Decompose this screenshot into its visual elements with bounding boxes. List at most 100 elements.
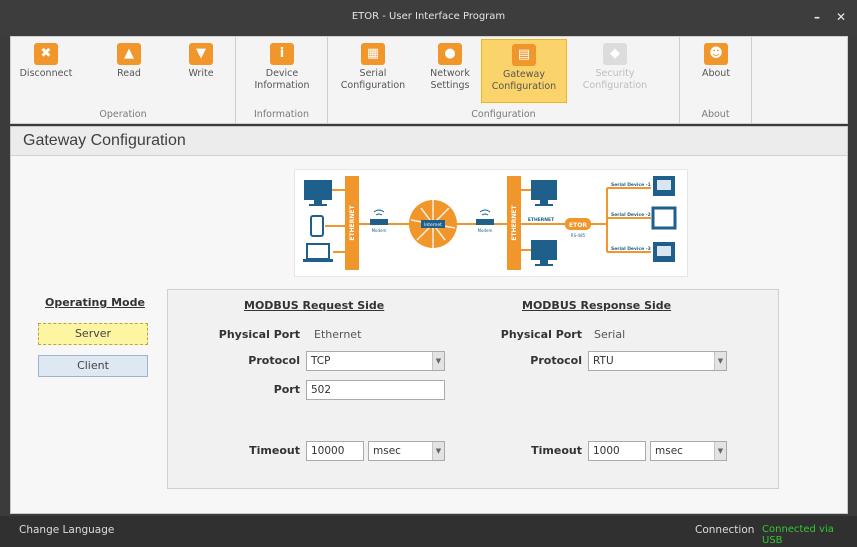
status-bar: Change Language Connection Connected via… <box>0 516 857 547</box>
ethernet-bar-right-text: ETHERNET <box>511 205 518 241</box>
security-configuration-label: Security Configuration <box>582 68 648 91</box>
response-timeout-input[interactable]: 1000 <box>588 441 646 461</box>
chevron-down-icon: ▼ <box>432 352 444 370</box>
network-settings-label: Network Settings <box>430 68 470 91</box>
request-physical-port-label: Physical Port <box>218 328 300 341</box>
chevron-down-icon: ▼ <box>714 352 726 370</box>
users-icon: ☻ <box>704 43 728 65</box>
request-timeout-label: Timeout <box>249 444 300 457</box>
response-protocol-select[interactable]: RTU ▼ <box>588 351 727 371</box>
cloud-upload-icon: ▲ <box>117 43 141 65</box>
response-protocol-value: RTU <box>593 355 614 367</box>
ribbon-toolbar: ✖ Disconnect ▲ Read ▼ Write Operation i … <box>10 36 848 124</box>
request-timeout-unit-select[interactable]: msec ▼ <box>368 441 445 461</box>
request-port-input[interactable]: 502 <box>306 380 445 400</box>
serial-configuration-button[interactable]: ▦ Serial Configuration <box>334 39 412 103</box>
about-label: About <box>701 68 731 79</box>
gateway-diagram: ETHERNET Modem Internet Modem ETHERNET E… <box>294 169 688 277</box>
modem-left-label: Modem <box>372 228 387 233</box>
desktop-monitor-icon <box>304 180 332 206</box>
connection-status: Connected via USB <box>762 524 834 546</box>
app-window: ETOR - User Interface Program – ✕ ✖ Disc… <box>0 0 857 547</box>
shield-icon: ◆ <box>603 43 627 65</box>
serial-device-1-icon <box>653 176 675 196</box>
about-button[interactable]: ☻ About <box>688 39 744 103</box>
group-label-configuration: Configuration <box>471 109 536 120</box>
device-information-label: Device Information <box>254 68 310 91</box>
change-language-button[interactable]: Change Language <box>19 524 114 536</box>
internet-label: Internet <box>424 222 442 228</box>
ribbon-group-about: ☻ About About <box>680 37 752 123</box>
request-timeout-input[interactable]: 10000 <box>306 441 364 461</box>
ethernet-label: ETHERNET <box>528 217 555 223</box>
response-physical-port-value: Serial <box>594 328 626 341</box>
ethernet-bar-left-text: ETHERNET <box>349 205 356 241</box>
operating-mode-title: Operating Mode <box>45 296 145 309</box>
response-timeout-unit-select[interactable]: msec ▼ <box>650 441 727 461</box>
serial-device-2-label: Serial Device -2 <box>611 212 651 218</box>
write-label: Write <box>188 68 214 79</box>
security-configuration-button[interactable]: ◆ Security Configuration <box>575 39 655 103</box>
serial-configuration-label: Serial Configuration <box>340 68 406 91</box>
request-protocol-value: TCP <box>311 355 331 367</box>
read-button[interactable]: ▲ Read <box>105 39 153 103</box>
cloud-download-icon: ▼ <box>189 43 213 65</box>
ribbon-group-information: i Device Information Information <box>236 37 328 123</box>
window-title: ETOR - User Interface Program <box>351 11 506 22</box>
page-header: Gateway Configuration <box>11 127 847 156</box>
serial-device-1-label: Serial Device -1 <box>611 182 651 188</box>
chevron-down-icon: ▼ <box>714 442 726 460</box>
read-label: Read <box>117 68 141 79</box>
server-mode-button[interactable]: Server <box>38 323 148 345</box>
chevron-down-icon: ▼ <box>432 442 444 460</box>
write-button[interactable]: ▼ Write <box>177 39 225 103</box>
monitor-bottom-icon <box>531 240 557 266</box>
gateway-icon: ▤ <box>512 44 536 66</box>
info-icon: i <box>270 43 294 65</box>
request-protocol-select[interactable]: TCP ▼ <box>306 351 445 371</box>
request-port-label: Port <box>273 383 300 396</box>
request-side-title: MODBUS Request Side <box>244 299 385 312</box>
response-timeout-label: Timeout <box>531 444 582 457</box>
mobile-phone-icon <box>310 215 324 237</box>
ribbon-group-configuration: ▦ Serial Configuration ● Network Setting… <box>328 37 680 123</box>
disconnect-button[interactable]: ✖ Disconnect <box>17 39 75 103</box>
laptop-icon <box>303 243 333 262</box>
response-protocol-label: Protocol <box>530 354 582 367</box>
response-timeout-unit-value: msec <box>655 445 683 457</box>
group-label-operation: Operation <box>99 109 147 120</box>
network-settings-button[interactable]: ● Network Settings <box>420 39 480 103</box>
group-label-information: Information <box>254 109 309 120</box>
modem-left-icon <box>370 209 388 225</box>
monitor-top-icon <box>531 180 557 206</box>
modem-right-icon <box>476 209 494 225</box>
network-tree-icon: ▦ <box>361 43 385 65</box>
gateway-configuration-button[interactable]: ▤ Gateway Configuration <box>481 39 567 103</box>
response-physical-port-label: Physical Port <box>500 328 582 341</box>
request-physical-port-value: Ethernet <box>314 328 362 341</box>
client-mode-button[interactable]: Client <box>38 355 148 377</box>
serial-device-3-icon <box>653 242 675 262</box>
modem-right-label: Modem <box>478 228 493 233</box>
disconnect-label: Disconnect <box>19 68 73 79</box>
close-button[interactable]: ✕ <box>836 10 846 24</box>
request-protocol-label: Protocol <box>248 354 300 367</box>
group-label-about: About <box>701 109 730 120</box>
gateway-diagram-svg: ETHERNET Modem Internet Modem ETHERNET E… <box>303 176 677 270</box>
response-side-title: MODBUS Response Side <box>522 299 672 312</box>
x-icon: ✖ <box>34 43 58 65</box>
device-information-button[interactable]: i Device Information <box>244 39 320 103</box>
ribbon-group-operation: ✖ Disconnect ▲ Read ▼ Write Operation <box>11 37 236 123</box>
page-title: Gateway Configuration <box>23 132 186 149</box>
serial-device-3-label: Serial Device -3 <box>611 246 651 252</box>
main-content: Gateway Configuration ETHERNET Modem Int… <box>10 126 848 514</box>
modbus-settings-panel: MODBUS Request Side Physical Port Ethern… <box>167 289 779 489</box>
globe-icon: ● <box>438 43 462 65</box>
title-bar: ETOR - User Interface Program – ✕ <box>0 0 857 36</box>
gateway-configuration-label: Gateway Configuration <box>491 69 557 92</box>
minimize-button[interactable]: – <box>814 10 820 24</box>
request-timeout-unit-value: msec <box>373 445 401 457</box>
serial-device-2-icon <box>651 206 677 230</box>
rs485-label: RS-485 <box>571 233 586 238</box>
connection-label: Connection <box>695 524 755 536</box>
